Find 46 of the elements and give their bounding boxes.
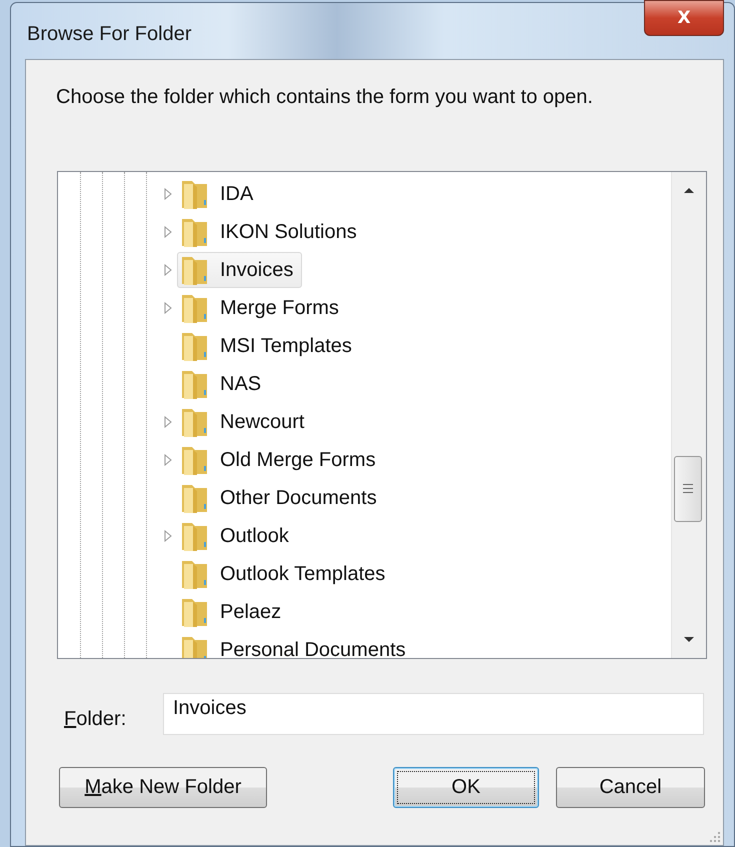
folder-item[interactable]: Outlook Templates: [177, 556, 394, 592]
scroll-down-icon[interactable]: [683, 636, 695, 644]
scroll-thumb[interactable]: [674, 456, 702, 522]
folder-label: Folder:: [64, 708, 128, 730]
folder-item[interactable]: Pelaez: [177, 594, 290, 630]
folder-item[interactable]: Old Merge Forms: [177, 442, 385, 478]
instruction-text: Choose the folder which contains the form you want to open.: [56, 86, 594, 109]
scroll-up-icon[interactable]: [683, 186, 695, 194]
expand-arrow-icon[interactable]: [164, 416, 172, 428]
folder-icon: [180, 596, 210, 628]
dialog-button[interactable]: Cancel: [556, 767, 705, 808]
dialog-button[interactable]: Make New Folder: [59, 767, 267, 808]
folder-item[interactable]: IDA: [177, 176, 262, 212]
folder-item[interactable]: Other Documents: [177, 480, 386, 516]
folder-item[interactable]: Invoices: [177, 252, 302, 288]
expand-arrow-icon[interactable]: [164, 302, 172, 314]
folder-item[interactable]: Merge Forms: [177, 290, 348, 326]
folder-icon: [180, 330, 210, 362]
close-button[interactable]: X: [644, 0, 724, 36]
folder-item[interactable]: Newcourt: [177, 404, 314, 440]
folder-icon: [180, 178, 210, 210]
folder-icon: [180, 368, 210, 400]
folder-item[interactable]: NAS: [177, 366, 270, 402]
folder-icon: [180, 558, 210, 590]
folder-icon: [180, 482, 210, 514]
folder-icon: [180, 634, 210, 658]
folder-icon: [180, 406, 210, 438]
folder-field[interactable]: Invoices: [163, 693, 704, 735]
folder-icon: [180, 254, 210, 286]
folder-item[interactable]: MSI Templates: [177, 328, 361, 364]
folder-item[interactable]: Personal Documents: [177, 632, 415, 658]
folder-item[interactable]: IKON Solutions: [177, 214, 366, 250]
folder-icon: [180, 292, 210, 324]
expand-arrow-icon[interactable]: [164, 226, 172, 238]
expand-arrow-icon[interactable]: [164, 264, 172, 276]
dialog-button[interactable]: OK: [393, 767, 539, 808]
folder-icon: [180, 216, 210, 248]
expand-arrow-icon[interactable]: [164, 454, 172, 466]
window-title: Browse For Folder: [27, 22, 192, 46]
folder-item[interactable]: Outlook: [177, 518, 298, 554]
scrollbar[interactable]: [671, 172, 706, 658]
folder-icon: [180, 520, 210, 552]
folder-icon: [180, 444, 210, 476]
expand-arrow-icon[interactable]: [164, 188, 172, 200]
resize-grip-icon[interactable]: [709, 831, 721, 843]
expand-arrow-icon[interactable]: [164, 530, 172, 542]
